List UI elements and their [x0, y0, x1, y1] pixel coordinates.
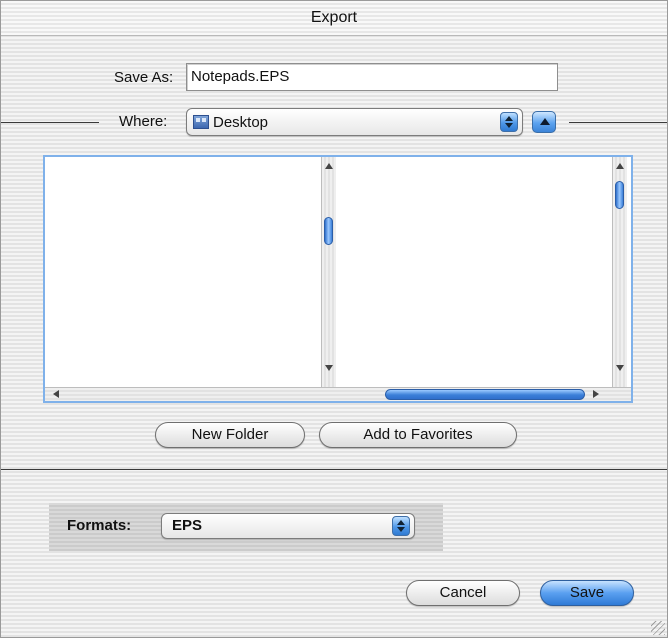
new-folder-button[interactable]: New Folder [155, 422, 305, 448]
where-popup[interactable]: Desktop [186, 108, 523, 136]
browser-column-1[interactable] [45, 157, 321, 387]
formats-value: EPS [172, 517, 203, 534]
where-label: Where: [119, 113, 168, 130]
popup-arrows-icon [500, 112, 518, 132]
browser-column-2[interactable] [336, 157, 612, 387]
formats-popup[interactable]: EPS [161, 513, 415, 539]
scroll-right-icon[interactable] [593, 390, 599, 398]
section-divider [1, 469, 667, 470]
scroll-left-icon[interactable] [53, 390, 59, 398]
divider-left [1, 122, 99, 123]
divider-right [569, 122, 667, 123]
scroll-up-icon[interactable] [325, 163, 333, 169]
horizontal-scroll-thumb[interactable] [385, 389, 585, 400]
scroll-up-icon[interactable] [616, 163, 624, 169]
column-1-vscroll[interactable] [321, 157, 336, 387]
browser-hscroll[interactable] [45, 387, 631, 401]
column-2-vscroll[interactable] [612, 157, 627, 387]
where-value: Desktop [213, 114, 269, 131]
save-as-label: Save As: [114, 69, 174, 86]
resize-grip-icon[interactable] [651, 621, 665, 635]
save-button[interactable]: Save [540, 580, 634, 606]
file-browser [43, 155, 633, 403]
export-dialog: Export Save As: Notepads.EPS Where: Desk… [0, 0, 668, 638]
scroll-down-icon[interactable] [616, 365, 624, 371]
popup-arrows-icon [392, 516, 410, 536]
save-as-field[interactable]: Notepads.EPS [186, 63, 558, 91]
window-title: Export [1, 1, 667, 36]
formats-panel: Formats: EPS [49, 503, 443, 551]
column-2-scroll-thumb[interactable] [615, 181, 624, 209]
column-1-scroll-thumb[interactable] [324, 217, 333, 245]
add-to-favorites-button[interactable]: Add to Favorites [319, 422, 517, 448]
formats-label: Formats: [67, 517, 132, 534]
collapse-expand-button[interactable] [532, 111, 556, 133]
cancel-button[interactable]: Cancel [406, 580, 520, 606]
scroll-down-icon[interactable] [325, 365, 333, 371]
desktop-folder-icon [193, 115, 209, 129]
